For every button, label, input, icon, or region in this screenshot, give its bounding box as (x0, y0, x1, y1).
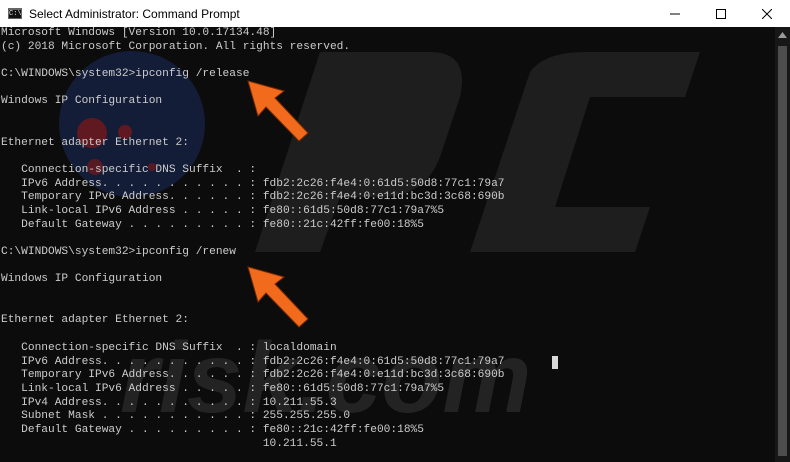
command-prompt-window: C:\ Select Administrator: Command Prompt (0, 0, 790, 462)
console-line: Default Gateway . . . . . . . . . : fe80… (1, 423, 424, 436)
command-prompt-app-icon[interactable]: C:\ (8, 8, 22, 19)
console-line: IPv6 Address. . . . . . . . . . . : fdb2… (1, 177, 505, 190)
console-line: Link-local IPv6 Address . . . . . : fe80… (1, 204, 445, 217)
console-output-area[interactable]: risk.com Microsoft Windows [Version 10.0… (0, 27, 775, 462)
maximize-icon (716, 8, 726, 19)
console-line: Subnet Mask . . . . . . . . . . . : 255.… (1, 410, 351, 423)
orange-arrow-icon (247, 80, 309, 142)
scroll-up-button[interactable] (775, 27, 790, 43)
orange-arrow-icon (247, 266, 309, 328)
console-line: (c) 2018 Microsoft Corporation. All righ… (1, 40, 351, 53)
minimize-icon (670, 13, 680, 14)
maximize-button[interactable] (698, 0, 744, 27)
text-cursor (552, 356, 558, 369)
console-line: Connection-specific DNS Suffix . : local… (1, 341, 337, 354)
console-line: Temporary IPv6 Address. . . . . . : fdb2… (1, 369, 505, 382)
console-line: Default Gateway . . . . . . . . . : fe80… (1, 218, 424, 231)
title-bar[interactable]: C:\ Select Administrator: Command Prompt (0, 0, 790, 28)
console-line: Temporary IPv6 Address. . . . . . : fdb2… (1, 191, 505, 204)
console-line: Connection-specific DNS Suffix . : (1, 163, 257, 176)
console-line: IPv4 Address. . . . . . . . . . . : 10.2… (1, 396, 337, 409)
close-icon (762, 8, 772, 19)
console-line: C:\WINDOWS\system32>ipconfig /renew (1, 246, 236, 258)
close-button[interactable] (744, 0, 790, 27)
scroll-up-arrow-icon (778, 32, 787, 38)
console-line: Link-local IPv6 Address . . . . . : fe80… (1, 382, 445, 395)
scrollbar-thumb[interactable] (778, 46, 787, 456)
window-title: Select Administrator: Command Prompt (29, 6, 240, 21)
console-line: 10.211.55.1 (1, 437, 337, 450)
console-line: Microsoft Windows [Version 10.0.17134.48… (1, 27, 277, 39)
caption-buttons (652, 0, 790, 27)
minimize-button[interactable] (652, 0, 698, 27)
vertical-scrollbar[interactable] (775, 27, 790, 462)
console-line: IPv6 Address. . . . . . . . . . . : fdb2… (1, 355, 505, 368)
